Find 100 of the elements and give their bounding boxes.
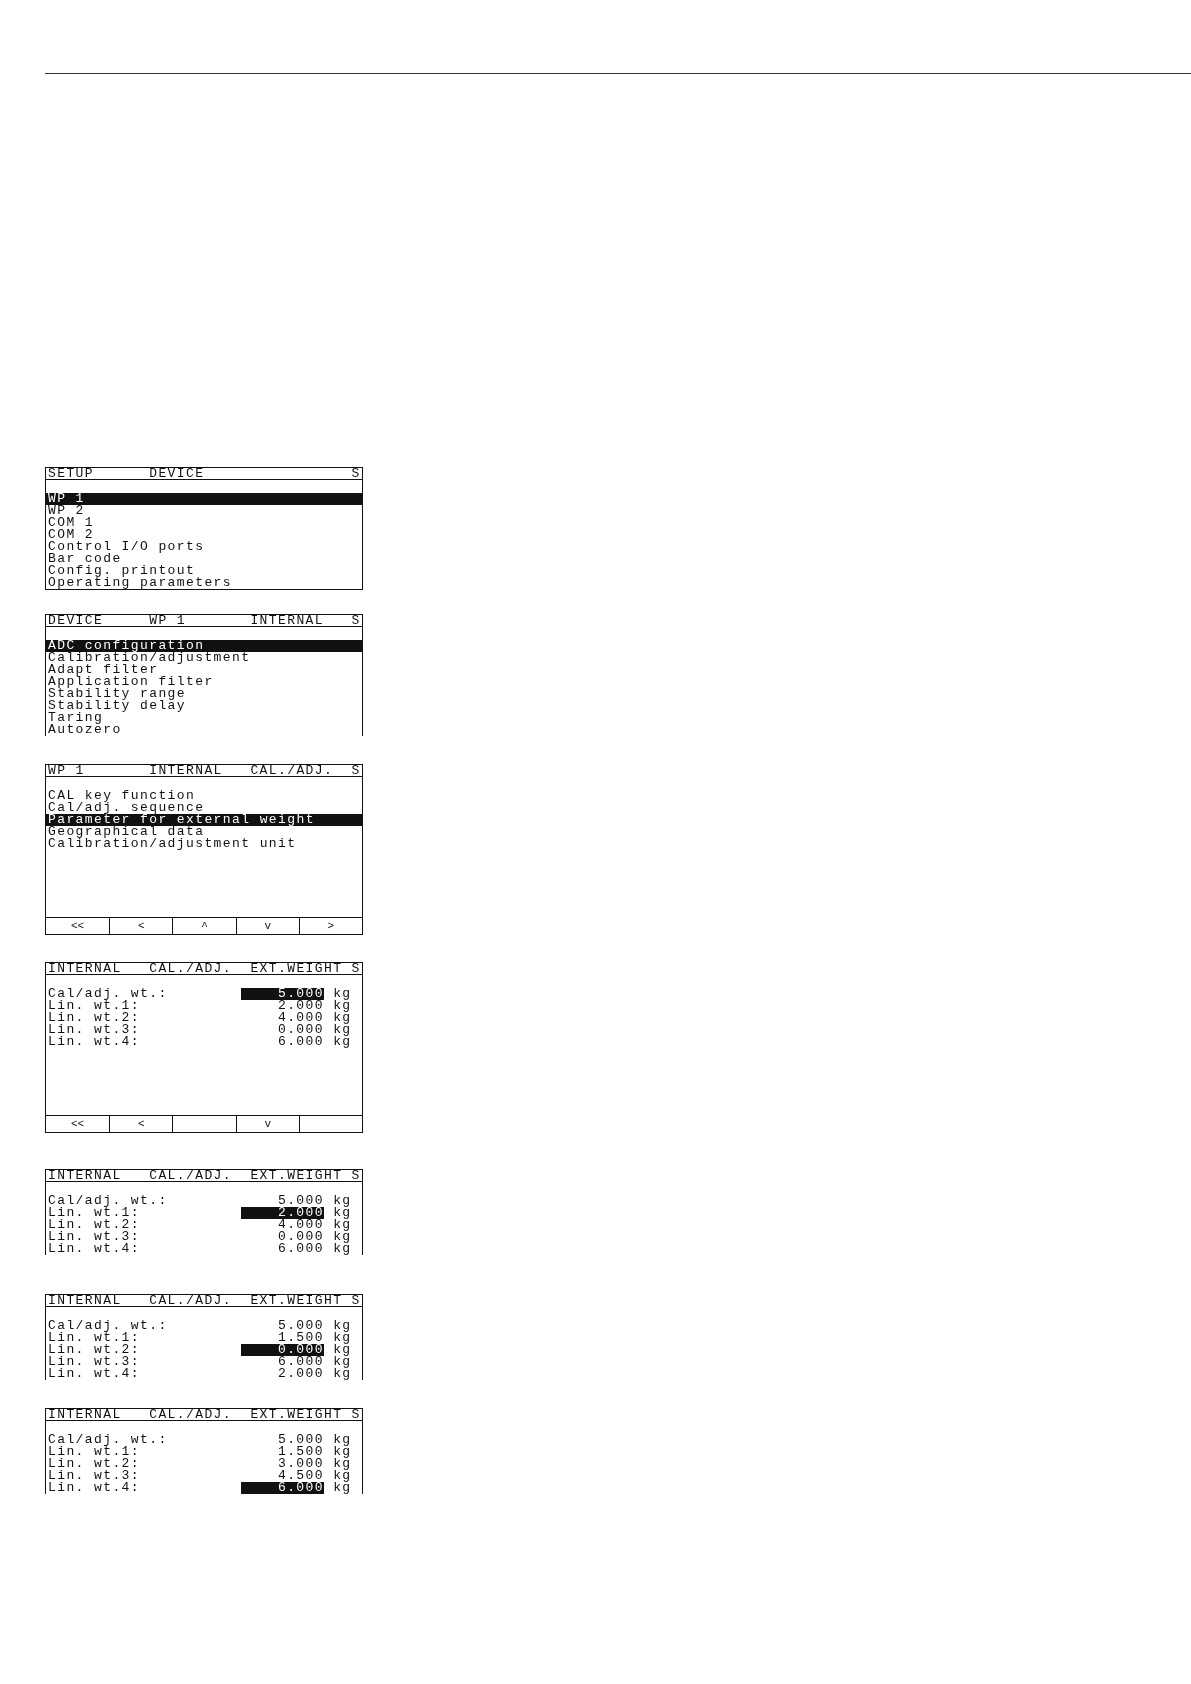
menu-item[interactable]: Stability range [46,688,362,700]
value-field[interactable]: 1.500 [241,1332,324,1344]
menu-item[interactable]: Operating parameters [46,577,362,589]
menu-item[interactable]: COM 2 [46,529,362,541]
header-title: WP 1 [149,615,186,626]
value-field[interactable]: 2.000 [241,1207,324,1219]
header-title: CAL./ADJ. [149,1409,232,1420]
unit-label: kg [332,1000,352,1012]
softkey[interactable]: << [46,1116,110,1132]
softkey[interactable]: << [46,918,110,934]
header-title: INTERNAL [48,963,122,974]
header-title: INTERNAL [48,1295,122,1306]
weight-label: Lin. wt.4: [48,1368,140,1380]
value-field[interactable]: 5.000 [241,1320,324,1332]
unit-label: kg [332,1470,352,1482]
menu-item[interactable]: Application filter [46,676,362,688]
weight-label: Cal/adj. wt.: [48,1195,168,1207]
menu-item[interactable]: Calibration/adjustment unit [46,838,362,850]
value-field[interactable]: 0.000 [241,1344,324,1356]
value-field[interactable]: 6.000 [241,1243,324,1255]
value-field[interactable]: 4.000 [241,1219,324,1231]
softkey[interactable]: < [109,918,173,934]
menu-item[interactable]: Stability delay [46,700,362,712]
status-indicator: S [351,1409,361,1420]
header-title: INTERNAL [149,765,223,776]
header-title: SETUP [48,468,94,479]
softkey[interactable]: v [235,918,299,934]
unit-label: kg [332,988,352,1000]
unit-label: kg [332,1344,352,1356]
unit-label: kg [332,1231,352,1243]
softkey[interactable]: < [109,1116,173,1132]
menu-item[interactable]: Bar code [46,553,362,565]
menu-item[interactable]: Geographical data [46,826,362,838]
value-field[interactable]: 1.500 [241,1446,324,1458]
status-indicator: S [351,615,361,626]
header-title: INTERNAL [48,1170,122,1181]
unit-label: kg [332,1243,352,1255]
value-field[interactable]: 6.000 [241,1482,324,1494]
value-field[interactable]: 5.000 [241,988,324,1000]
unit-label: kg [332,1434,352,1446]
unit-label: kg [332,1368,352,1380]
status-indicator: S [351,1295,361,1306]
status-indicator: S [351,468,361,479]
value-field[interactable]: 0.000 [241,1024,324,1036]
softkey[interactable]: ^ [172,918,236,934]
menu-item[interactable]: Cal/adj. sequence [46,802,362,814]
unit-label: kg [332,1332,352,1344]
weight-label: Lin. wt.1: [48,1000,140,1012]
value-field[interactable]: 3.000 [241,1458,324,1470]
header-title: DEVICE [48,615,104,626]
value-field[interactable]: 0.000 [241,1231,324,1243]
header-title: CAL./ADJ. [250,765,334,776]
value-field[interactable]: 6.000 [241,1356,324,1368]
menu-item[interactable]: Adapt filter [46,664,362,676]
weight-label: Lin. wt.3: [48,1024,140,1036]
value-field[interactable]: 4.000 [241,1012,324,1024]
status-indicator: S [351,1170,361,1181]
menu-item[interactable]: WP 2 [46,505,362,517]
value-field[interactable]: 5.000 [241,1434,324,1446]
menu-item[interactable]: ADC configuration [46,640,362,652]
header-title: WP 1 [48,765,85,776]
menu-item[interactable]: COM 1 [46,517,362,529]
weight-label: Lin. wt.4: [48,1036,140,1048]
menu-item[interactable]: Config. printout [46,565,362,577]
menu-item[interactable]: CAL key function [46,790,362,802]
weight-label: Lin. wt.1: [48,1207,140,1219]
menu-item[interactable]: Autozero [46,724,362,736]
menu-item[interactable]: Parameter for external weight [46,814,362,826]
value-field[interactable]: 6.000 [241,1036,324,1048]
weight-label: Cal/adj. wt.: [48,988,168,1000]
header-title: EXT.WEIGHT [250,1409,343,1420]
status-indicator: S [351,765,361,776]
menu-item[interactable]: Calibration/adjustment [46,652,362,664]
menu-item[interactable]: Control I/O ports [46,541,362,553]
weight-label: Cal/adj. wt.: [48,1320,168,1332]
unit-label: kg [332,1207,352,1219]
header-title: CAL./ADJ. [149,1295,232,1306]
unit-label: kg [332,1024,352,1036]
softkey[interactable]: v [235,1116,299,1132]
weight-label: Lin. wt.4: [48,1243,140,1255]
weight-label: Lin. wt.4: [48,1482,140,1494]
value-field[interactable]: 2.000 [241,1368,324,1380]
unit-label: kg [332,1482,352,1494]
value-field[interactable]: 5.000 [241,1195,324,1207]
weight-label: Lin. wt.3: [48,1470,140,1482]
value-field[interactable]: 2.000 [241,1000,324,1012]
weight-label: Lin. wt.2: [48,1219,140,1231]
header-title: CAL./ADJ. [149,1170,232,1181]
weight-label: Lin. wt.2: [48,1458,140,1470]
softkey[interactable]: > [298,918,362,934]
header-title: EXT.WEIGHT [250,1170,343,1181]
weight-label: Lin. wt.3: [48,1231,140,1243]
header-title: CAL./ADJ. [149,963,232,974]
value-field[interactable]: 4.500 [241,1470,324,1482]
header-title: EXT.WEIGHT [250,963,343,974]
unit-label: kg [332,1458,352,1470]
weight-label: Lin. wt.3: [48,1356,140,1368]
menu-item[interactable]: Taring [46,712,362,724]
menu-item[interactable]: WP 1 [46,493,362,505]
weight-label: Lin. wt.1: [48,1446,140,1458]
